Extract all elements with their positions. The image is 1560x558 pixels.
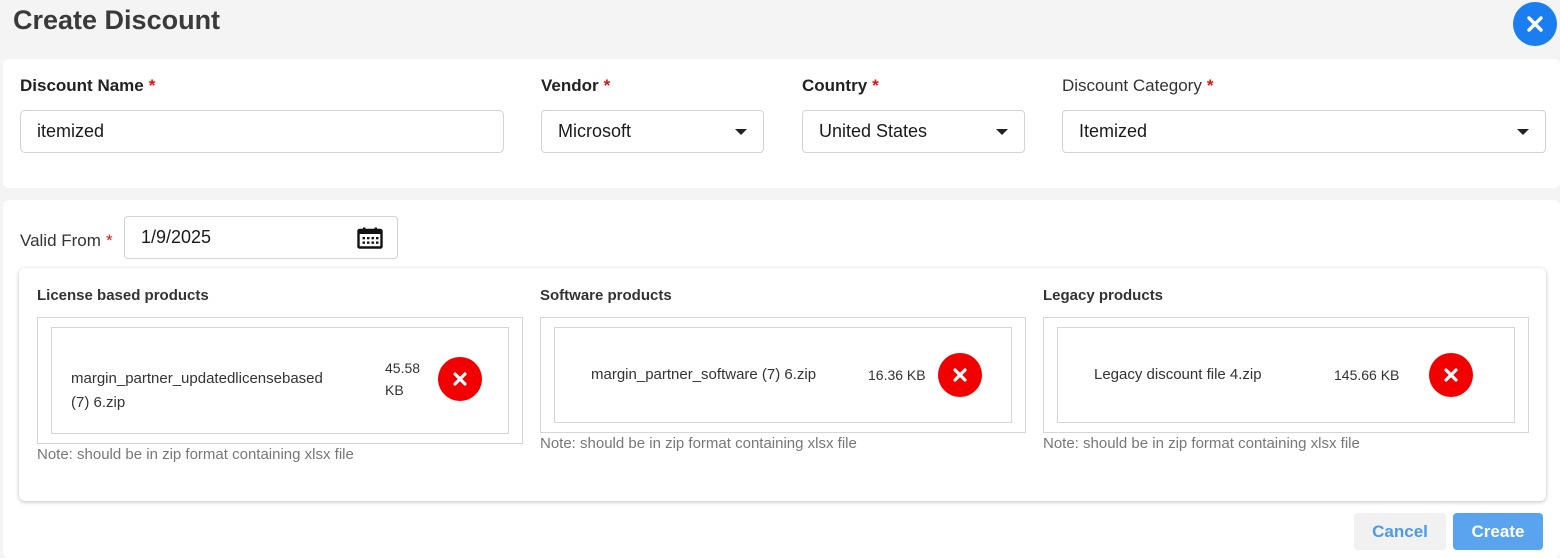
- discount-name-label-text: Discount Name: [20, 76, 144, 95]
- country-value: United States: [819, 121, 928, 141]
- discount-category-value: Itemized: [1079, 121, 1148, 141]
- legacy-products-title: Legacy products: [1043, 287, 1164, 304]
- vendor-label: Vendor *: [541, 76, 610, 96]
- chevron-down-icon: [1517, 128, 1529, 135]
- required-marker: *: [148, 76, 156, 95]
- create-discount-page: Create Discount Discount Name* Vendor* M…: [0, 0, 1560, 558]
- create-button[interactable]: Create: [1453, 513, 1543, 550]
- license-products-dropzone[interactable]: margin_partner_updatedlicensebased (7) 6…: [37, 317, 523, 444]
- remove-software-file-button[interactable]: [938, 353, 982, 397]
- product-uploads-panel: License based products margin_partner_up…: [19, 268, 1546, 501]
- required-marker: *: [603, 76, 611, 95]
- country-label: Country *: [802, 76, 879, 96]
- discount-name-label: Discount Name *: [20, 76, 155, 96]
- license-file-size-unit: KB: [385, 382, 404, 398]
- vendor-value: Microsoft: [558, 121, 632, 141]
- software-file-name: margin_partner_software (7) 6.zip: [591, 366, 817, 383]
- chevron-down-icon: [735, 128, 747, 135]
- license-products-title: License based products: [37, 287, 209, 304]
- valid-from-value: 1/9/2025: [141, 227, 212, 247]
- remove-license-file-button[interactable]: [438, 357, 482, 401]
- close-icon: [1444, 368, 1458, 382]
- license-file-name-line1: margin_partner_updatedlicensebased: [71, 370, 323, 387]
- license-file-name-line2: (7) 6.zip: [71, 394, 126, 411]
- legacy-products-dropzone[interactable]: Legacy discount file 4.zip 145.66 KB: [1043, 317, 1529, 433]
- chevron-down-icon: [996, 128, 1008, 135]
- valid-from-label: Valid From *: [20, 231, 113, 251]
- license-file-name: margin_partner_updatedlicensebased (7) 6…: [71, 367, 323, 415]
- software-products-title: Software products: [540, 287, 672, 304]
- required-marker: *: [105, 231, 113, 250]
- country-select[interactable]: United States: [802, 110, 1025, 153]
- discount-name-input[interactable]: [20, 110, 504, 153]
- discount-files-card: Valid From * 1/9/2025 License based prod…: [3, 200, 1560, 558]
- close-icon: [953, 368, 967, 382]
- license-format-note: Note: should be in zip format containing…: [37, 446, 354, 463]
- required-marker: *: [1206, 76, 1214, 95]
- remove-legacy-file-button[interactable]: [1429, 353, 1473, 397]
- legacy-file-size: 145.66 KB: [1334, 367, 1400, 383]
- software-products-dropzone[interactable]: margin_partner_software (7) 6.zip 16.36 …: [540, 317, 1026, 433]
- license-file-size: 45.58 KB: [385, 357, 420, 401]
- discount-category-label: Discount Category *: [1062, 76, 1213, 96]
- legacy-format-note: Note: should be in zip format containing…: [1043, 435, 1360, 452]
- vendor-select[interactable]: Microsoft: [541, 110, 764, 153]
- close-icon: [1527, 16, 1543, 32]
- country-label-text: Country: [802, 76, 868, 95]
- legacy-file-name: Legacy discount file 4.zip: [1094, 366, 1262, 383]
- calendar-icon[interactable]: [357, 227, 383, 249]
- vendor-label-text: Vendor: [541, 76, 599, 95]
- license-products-file-card: margin_partner_updatedlicensebased (7) 6…: [51, 327, 509, 434]
- page-title: Create Discount: [13, 5, 221, 35]
- valid-from-label-text: Valid From: [20, 231, 101, 250]
- required-marker: *: [872, 76, 879, 95]
- discount-details-card: Discount Name* Vendor* Microsoft Country…: [3, 59, 1560, 188]
- cancel-button[interactable]: Cancel: [1354, 513, 1446, 550]
- close-icon: [453, 372, 467, 386]
- valid-from-date-input[interactable]: 1/9/2025: [124, 216, 398, 259]
- software-products-file-card: margin_partner_software (7) 6.zip 16.36 …: [554, 327, 1012, 423]
- software-file-size: 16.36 KB: [868, 367, 926, 383]
- license-file-size-value: 45.58: [385, 360, 421, 376]
- discount-category-select[interactable]: Itemized: [1062, 110, 1546, 153]
- close-button[interactable]: [1513, 2, 1557, 46]
- legacy-products-file-card: Legacy discount file 4.zip 145.66 KB: [1057, 327, 1515, 423]
- software-format-note: Note: should be in zip format containing…: [540, 435, 857, 452]
- discount-category-label-text: Discount Category: [1062, 76, 1202, 95]
